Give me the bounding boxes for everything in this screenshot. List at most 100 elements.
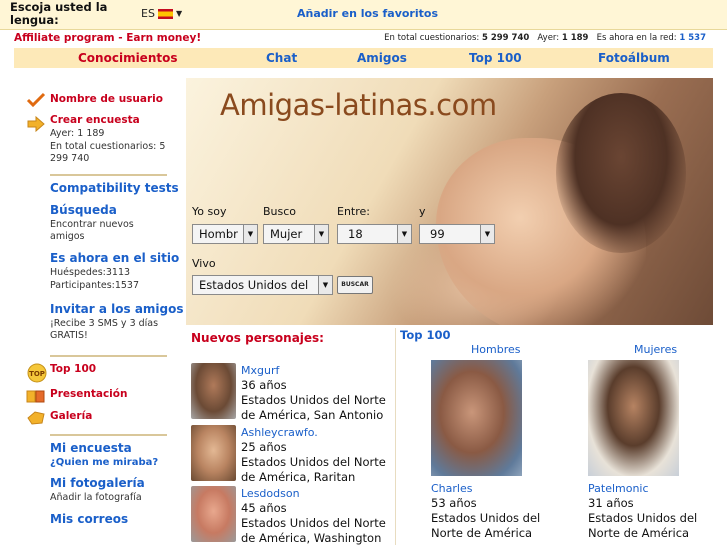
top-man-photo[interactable] [431,360,522,476]
vivo-label: Vivo [192,257,216,270]
site-logo-title: Amigas-latinas.com [220,88,497,122]
affiliate-bar: Affiliate program - Earn money! En total… [0,31,727,46]
stats-ayer-value: 1 189 [561,33,589,43]
gender-select-value: Hombr [199,227,238,241]
who-viewed-link[interactable]: ¿Quien me miraba? [50,457,158,468]
entre-label: Entre: [337,205,370,218]
person-location: Estados Unidos del Norte de América, San… [241,393,386,422]
top-woman-info: Patelmonic 31 años Estados Unidos del No… [588,481,698,541]
person-name-link[interactable]: Mxgurf [241,364,279,377]
language-label: Escoja usted la lengua: [10,0,108,27]
couple-photo [556,93,686,253]
person-age: 36 años [241,378,287,392]
invite-friends-link[interactable]: Invitar a los amigos [50,302,184,316]
top-woman-name-link[interactable]: Patelmonic [588,482,649,495]
presentation-icon [26,390,45,403]
men-header[interactable]: Hombres [471,343,520,356]
add-photo-subtitle: Añadir la fotografía [50,492,142,503]
gallery-link[interactable]: Galería [50,410,92,422]
age-to-select[interactable]: 99 ▼ [419,224,495,244]
presentation-link[interactable]: Presentación [50,388,127,400]
checkmark-icon [26,92,46,108]
stats-online-label: Es ahora en la red: [596,33,677,43]
age-from-value: 18 [348,227,363,241]
nav-chat[interactable]: Chat [266,51,297,65]
guests-count: Huéspedes:3113 [50,267,131,278]
username-link[interactable]: Nombre de usuario [50,93,163,105]
gallery-icon [27,411,45,425]
person-age: 25 años [241,440,287,454]
nav-conocimientos[interactable]: Conocimientos [78,51,178,65]
search-button[interactable]: BUSCAR [337,276,373,294]
person-age: 45 años [241,501,287,515]
compatibility-tests-link[interactable]: Compatibility tests [50,181,179,195]
my-mail-link[interactable]: Mis correos [50,512,128,526]
main-nav: Conocimientos Chat Amigos Top 100 Fotoál… [14,48,713,68]
stats-online-value[interactable]: 1 537 [679,33,706,43]
site-stats: En total cuestionarios: 5 299 740 Ayer: … [384,33,706,43]
create-survey-link[interactable]: Crear encuesta [50,114,140,126]
person-name-link[interactable]: Ashleycrawfo. [241,426,318,439]
top-man-age: 53 años [431,496,477,510]
invite-subtitle: ¡Recibe 3 SMS y 3 días GRATIS! [50,318,159,341]
age-to-value: 99 [430,227,445,241]
top-man-name-link[interactable]: Charles [431,482,472,495]
country-select-value: Estados Unidos del [199,278,309,292]
avatar[interactable] [191,363,236,419]
new-people-title: Nuevos personajes: [191,331,324,345]
participants-count: Participantes:1537 [50,280,140,291]
busqueda-subtitle: Encontrar nuevos amigos [50,219,134,242]
divider [395,328,396,545]
stats-ayer-label: Ayer: [537,33,560,43]
person-location: Estados Unidos del Norte de América, Rar… [241,455,386,484]
y-label: y [419,205,426,218]
person-name-link[interactable]: Lesdodson [241,487,300,500]
arrow-right-icon [27,116,45,132]
nav-amigos[interactable]: Amigos [357,51,407,65]
chevron-down-icon: ▼ [480,225,494,243]
person-location: Estados Unidos del Norte de América, Was… [241,516,386,545]
avatar[interactable] [191,486,236,542]
chevron-down-icon: ▼ [397,225,411,243]
seeking-select-value: Mujer [270,227,303,241]
chevron-down-icon: ▼ [175,9,183,18]
stats-total-label: En total cuestionarios: [384,33,480,43]
my-survey-link[interactable]: Mi encuesta [50,441,132,455]
gender-select[interactable]: Hombr ▼ [192,224,258,244]
sidebar: Nombre de usuario Crear encuesta Ayer: 1… [14,78,184,545]
divider [50,355,167,357]
top100-badge-icon: TOP [27,363,47,383]
nav-fotoalbum[interactable]: Fotoálbum [598,51,670,65]
top-woman-age: 31 años [588,496,634,510]
divider [50,174,167,176]
total-count: En total cuestionarios: 5 299 740 [50,141,166,164]
yo-soy-label: Yo soy [192,205,227,218]
country-select[interactable]: Estados Unidos del ▼ [192,275,333,295]
top-man-info: Charles 53 años Estados Unidos del Norte… [431,481,541,541]
my-gallery-link[interactable]: Mi fotogalería [50,476,145,490]
chevron-down-icon: ▼ [314,225,328,243]
top100-title[interactable]: Top 100 [400,328,450,342]
seeking-select[interactable]: Mujer ▼ [263,224,329,244]
language-select[interactable]: ES ▼ [141,7,182,20]
age-from-select[interactable]: 18 ▼ [337,224,412,244]
avatar[interactable] [191,425,236,481]
busco-label: Busco [263,205,297,218]
busqueda-link[interactable]: Búsqueda [50,203,117,217]
chevron-down-icon: ▼ [243,225,257,243]
divider [50,434,167,436]
affiliate-link[interactable]: Affiliate program - Earn money! [14,32,201,44]
women-header[interactable]: Mujeres [634,343,677,356]
language-value: ES [141,7,155,20]
top-bar: Escoja usted la lengua: ES ▼ Añadir en l… [0,0,727,30]
top-man-location: Estados Unidos del Norte de América [431,511,541,540]
add-favorites-link[interactable]: Añadir en los favoritos [297,7,438,20]
chevron-down-icon: ▼ [318,276,332,294]
top-woman-location: Estados Unidos del Norte de América [588,511,698,540]
top100-link[interactable]: Top 100 [50,363,96,375]
stats-total-value: 5 299 740 [481,33,530,43]
online-now-link[interactable]: Es ahora en el sitio [50,251,179,265]
spain-flag-icon [157,8,173,19]
top-woman-photo[interactable] [588,360,679,476]
nav-top100[interactable]: Top 100 [469,51,522,65]
